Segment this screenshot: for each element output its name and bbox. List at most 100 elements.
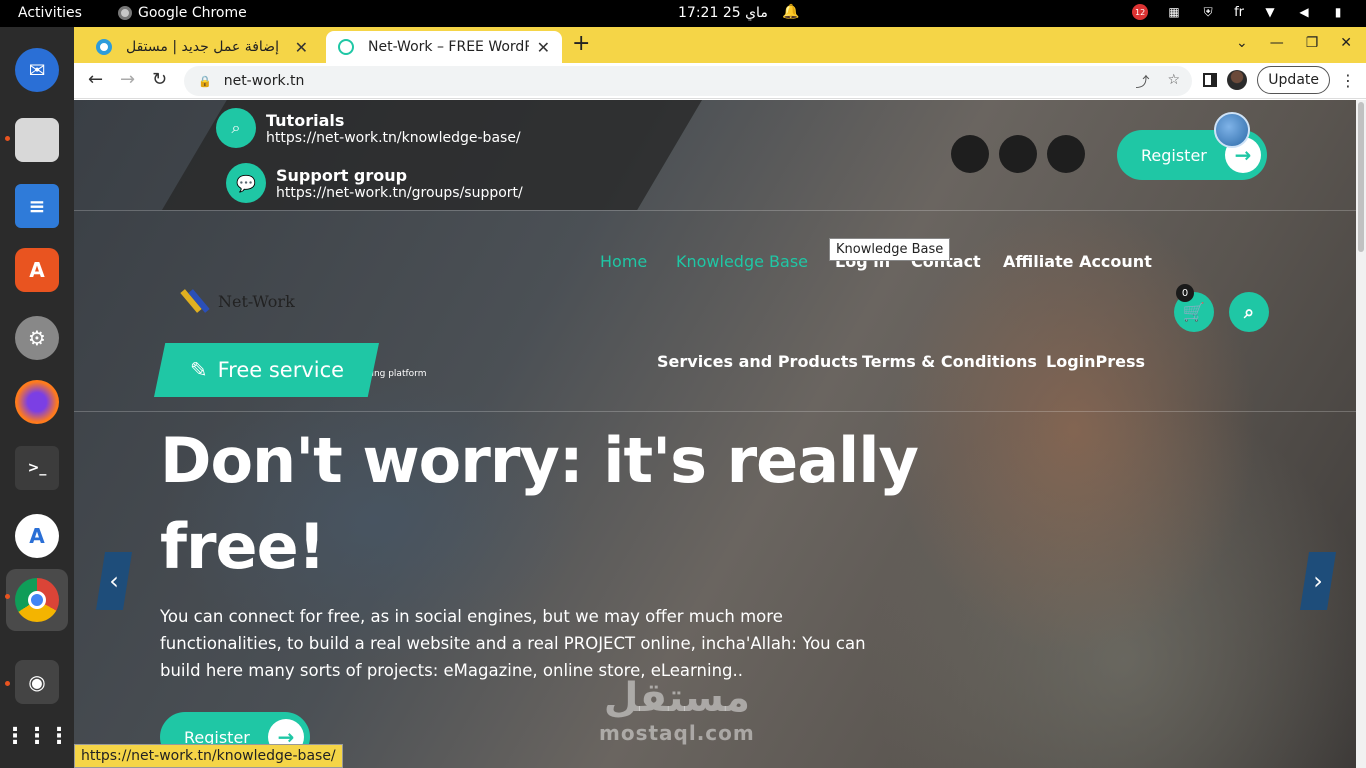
keyboard-layout[interactable]: fr (1234, 5, 1244, 20)
shield-icon[interactable]: ⛨ (1200, 4, 1216, 20)
search-icon: ⌕ (216, 108, 256, 148)
tab-strip: إضافة عمل جديد | مستقل ✕ Net-Work – FREE… (74, 27, 1366, 63)
tab-mostaql[interactable]: إضافة عمل جديد | مستقل ✕ (84, 31, 320, 63)
maximize-icon[interactable]: ❐ (1306, 35, 1319, 51)
contact-title: Tutorials (266, 110, 345, 130)
app-menu[interactable]: Google Chrome (118, 5, 247, 21)
dock-settings[interactable]: ⚙ (12, 313, 62, 363)
activities-button[interactable]: Activities (18, 5, 82, 21)
bookmark-star-icon[interactable]: ☆ (1167, 72, 1180, 92)
mostaql-favicon-icon (96, 39, 112, 55)
network-favicon-icon (338, 39, 354, 55)
cart-icon: 🛒 (1182, 301, 1206, 323)
social-link-2[interactable] (999, 135, 1037, 173)
chevron-right-icon: › (1313, 567, 1323, 595)
settings-icon: ⚙ (15, 316, 59, 360)
forward-button[interactable]: → (120, 69, 135, 90)
slider-prev-button[interactable]: ‹ (96, 552, 132, 610)
new-tab-button[interactable]: + (572, 31, 590, 56)
close-icon[interactable]: ✕ (295, 38, 308, 57)
free-service-label: Free service (217, 358, 345, 382)
scrollbar-thumb[interactable] (1358, 102, 1364, 252)
volume-icon[interactable]: ◀ (1296, 4, 1312, 20)
social-link-1[interactable] (951, 135, 989, 173)
wifi-icon[interactable]: ▼ (1262, 4, 1278, 20)
profile-avatar[interactable] (1227, 70, 1248, 90)
dock: ✉ ≡ A ⚙ >_ A ◉ ⋮⋮⋮ (0, 27, 74, 768)
cart-count-badge: 0 (1176, 284, 1194, 302)
back-button[interactable]: ← (88, 69, 103, 90)
software-icon: A (15, 514, 59, 558)
dock-chrome[interactable] (12, 575, 62, 625)
nav-affiliate-account[interactable]: Affiliate Account (1003, 252, 1152, 271)
running-indicator (5, 594, 10, 599)
app-name: Google Chrome (138, 5, 247, 21)
logo-mark-icon (180, 286, 212, 316)
system-tray[interactable]: 12 ▦ ⛨ fr ▼ ◀ ▮ (1132, 4, 1346, 20)
dock-software[interactable]: A (12, 511, 62, 561)
contact-url[interactable]: https://net-work.tn/knowledge-base/ (266, 130, 521, 146)
tab-title: إضافة عمل جديد | مستقل (126, 39, 279, 55)
update-button[interactable]: Update (1257, 66, 1330, 94)
contact-support[interactable]: 💬 Support group https://net-work.tn/grou… (226, 163, 523, 203)
address-bar[interactable]: 🔒 net-work.tn ⤴ ☆ (184, 66, 1192, 96)
reload-button[interactable]: ↻ (152, 69, 167, 90)
tab-search-icon[interactable]: ⌄ (1236, 35, 1248, 51)
hero-description: You can connect for free, as in social e… (160, 607, 866, 680)
nav-terms-conditions[interactable]: Terms & Conditions (862, 352, 1037, 371)
browser-window: إضافة عمل جديد | مستقل ✕ Net-Work – FREE… (74, 27, 1366, 768)
mostaql-watermark: مستقل mostaql.com (599, 675, 755, 745)
free-service-button[interactable]: ✎ Free service (154, 343, 379, 397)
share-icon[interactable]: ⤴ (1135, 72, 1149, 92)
dock-app-center[interactable]: A (12, 245, 62, 295)
trash-icon[interactable]: ▦ (1166, 4, 1182, 20)
dock-writer[interactable]: ≡ (12, 181, 62, 231)
nav-services-products[interactable]: Services and Products (657, 352, 858, 371)
battery-icon[interactable]: ▮ (1330, 4, 1346, 20)
document-icon: ≡ (15, 184, 59, 228)
page-scrollbar[interactable] (1356, 100, 1366, 768)
slider-next-button[interactable]: › (1300, 552, 1336, 610)
chat-icon: 💬 (226, 163, 266, 203)
hero-headline: Don't worry: it's really free! (160, 424, 919, 583)
dock-terminal[interactable]: >_ (12, 443, 62, 493)
dock-rhythmbox[interactable]: ◉ (12, 657, 62, 707)
watermark-arabic: مستقل (603, 675, 751, 721)
side-panel-icon[interactable] (1203, 73, 1218, 87)
window-controls: ⌄ — ❐ ✕ (1236, 35, 1352, 51)
globe-icon[interactable] (1214, 112, 1250, 148)
nav-knowledge-base[interactable]: Knowledge Base (676, 252, 808, 271)
store-icon: A (15, 248, 59, 292)
close-icon[interactable]: ✕ (537, 38, 550, 57)
logo-text: Net-Work (218, 291, 295, 311)
menu-icon[interactable]: ⋮ (1340, 71, 1356, 90)
link-status-bar: https://net-work.tn/knowledge-base/ (74, 744, 343, 768)
minimize-icon[interactable]: — (1270, 35, 1284, 51)
thunderbird-icon: ✉ (15, 48, 59, 92)
close-window-icon[interactable]: ✕ (1340, 35, 1352, 51)
contact-url[interactable]: https://net-work.tn/groups/support/ (276, 185, 523, 201)
lock-icon[interactable]: 🔒 (198, 75, 212, 88)
browser-toolbar: ← → ↻ 🔒 net-work.tn ⤴ ☆ Update ⋮ (74, 63, 1366, 99)
alarm-icon: 🔔 (782, 4, 800, 20)
firefox-icon (15, 380, 59, 424)
dock-thunderbird[interactable]: ✉ (12, 45, 62, 95)
speaker-icon: ◉ (15, 660, 59, 704)
contact-title: Support group (276, 165, 408, 185)
web-page: ⌕ Tutorials https://net-work.tn/knowledg… (74, 100, 1356, 768)
clock[interactable]: ماي 25 17:21 (678, 5, 768, 21)
show-apps-button[interactable]: ⋮⋮⋮ (4, 711, 70, 761)
chrome-icon (118, 6, 132, 20)
social-link-3[interactable] (1047, 135, 1085, 173)
tab-network[interactable]: Net-Work – FREE WordPress ✕ (326, 31, 562, 63)
search-button[interactable]: ⌕ (1229, 292, 1269, 332)
dock-firefox[interactable] (12, 377, 62, 427)
contact-tutorials[interactable]: ⌕ Tutorials https://net-work.tn/knowledg… (216, 108, 521, 148)
nav-loginpress[interactable]: LoginPress (1046, 352, 1145, 371)
notification-icon[interactable]: 12 (1132, 4, 1149, 20)
watermark-english: mostaql.com (599, 721, 755, 745)
url-text: net-work.tn (223, 73, 305, 89)
nav-home[interactable]: Home (600, 252, 647, 271)
dock-files[interactable] (12, 115, 62, 165)
site-logo[interactable]: Net-Work (180, 286, 295, 316)
